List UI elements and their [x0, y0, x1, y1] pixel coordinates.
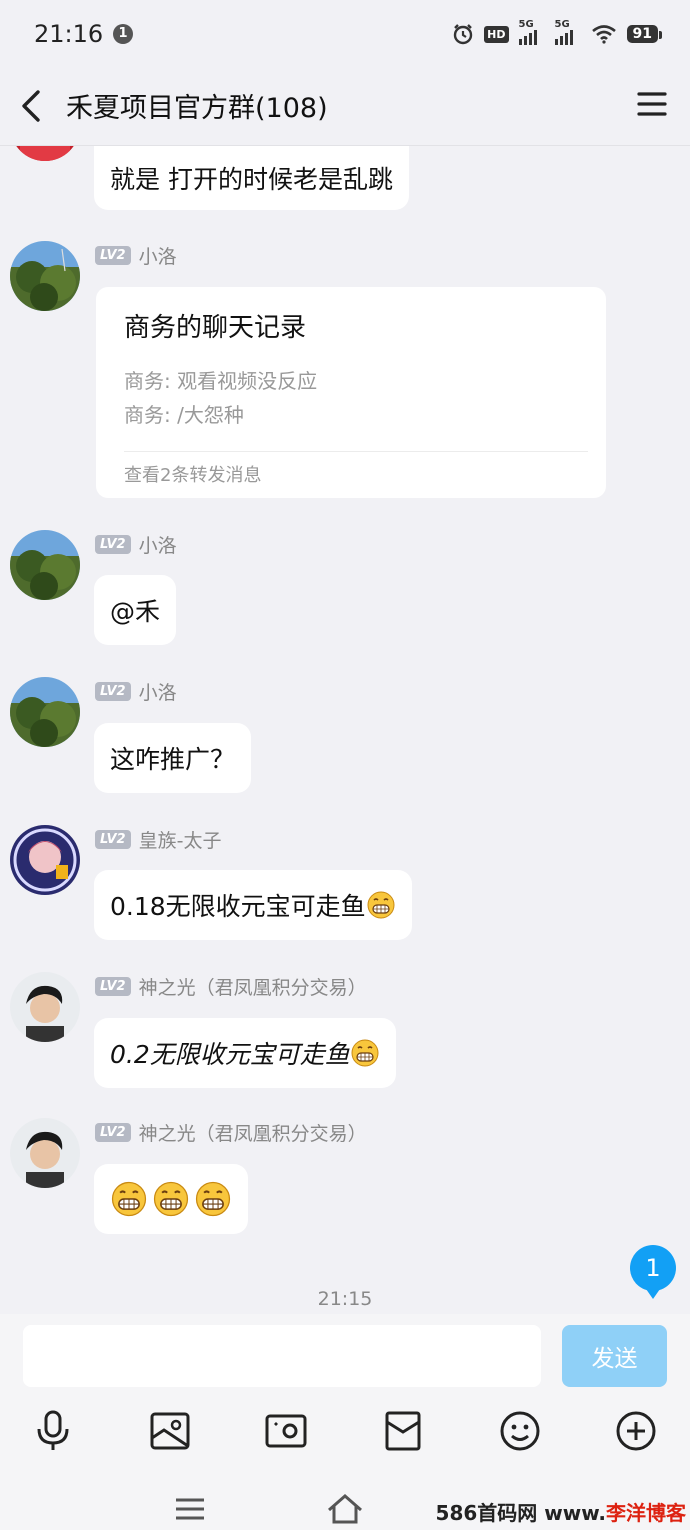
forwarded-chat-card[interactable]: 商务的聊天记录 商务: 观看视频没反应 商务: /大怨种 查看2条转发消息 — [96, 287, 606, 498]
message-text: @禾 — [110, 597, 161, 626]
more-button[interactable] — [613, 1408, 659, 1454]
avatar[interactable] — [10, 677, 80, 747]
home-nav-icon[interactable] — [325, 1492, 365, 1526]
alarm-icon — [453, 24, 473, 45]
status-time: 21:16 — [34, 20, 104, 48]
sender-name[interactable]: 小洛 — [139, 678, 177, 705]
message-bubble[interactable]: 这咋推广？ — [94, 723, 252, 793]
back-arrow-icon[interactable] — [14, 84, 50, 128]
message-bubble[interactable]: 就是 打开的时候老是乱跳 — [94, 146, 409, 210]
avatar[interactable] — [10, 530, 80, 600]
signal-5g-icon: 5G — [518, 19, 545, 45]
sender-row: LV2 神之光（君凤凰积分交易） — [95, 973, 367, 1000]
message-text: 0.18无限收元宝可走鱼 — [110, 892, 366, 921]
forward-title: 商务的聊天记录 — [124, 313, 307, 343]
notification-count-badge: 1 — [113, 24, 133, 44]
message-text: 就是 打开的时候老是乱跳 — [110, 165, 393, 194]
red-packet-icon — [385, 1411, 421, 1451]
emoji-icon — [500, 1411, 540, 1451]
avatar[interactable] — [10, 241, 80, 311]
sender-name[interactable]: 小洛 — [139, 531, 177, 558]
camera-icon — [265, 1414, 307, 1448]
grin-emoji-icon — [111, 1181, 147, 1217]
sender-row: LV2 小洛 — [95, 242, 177, 269]
avatar[interactable] — [10, 1118, 80, 1188]
chat-header: 禾夏项目官方群(108) — [0, 68, 690, 146]
sender-row: LV2 皇族-太子 — [95, 826, 222, 853]
message-input[interactable] — [23, 1325, 541, 1387]
avatar[interactable] — [10, 146, 80, 161]
message-text: 0.2无限收元宝可走鱼 — [110, 1040, 350, 1069]
message-text: 这咋推广？ — [110, 745, 236, 774]
sender-row: LV2 小洛 — [95, 678, 177, 705]
watermark-text: www. — [537, 1501, 606, 1525]
grin-emoji-icon — [195, 1181, 231, 1217]
send-button[interactable]: 发送 — [562, 1325, 667, 1387]
level-badge: LV2 — [95, 829, 131, 849]
avatar[interactable] — [10, 972, 80, 1042]
level-badge: LV2 — [95, 245, 131, 265]
plus-icon — [616, 1411, 656, 1451]
battery-icon: 91 — [626, 25, 663, 43]
level-badge: LV2 — [95, 681, 131, 701]
sender-name[interactable]: 小洛 — [139, 242, 177, 269]
message-bubble[interactable]: @禾 — [94, 575, 177, 645]
watermark-text: 李洋博客 — [606, 1501, 686, 1525]
photo-icon — [150, 1412, 190, 1450]
message-list[interactable]: 就是 打开的时候老是乱跳 LV2 小洛 商务的聊天记录 商务: 观看视频没反应 … — [0, 146, 690, 1314]
sender-row: LV2 小洛 — [95, 531, 177, 558]
system-nav-bar: 586首码网 www.李洋博客 — [0, 1484, 690, 1530]
forward-footer: 查看2条转发消息 — [124, 465, 262, 486]
sender-row: LV2 神之光（君凤凰积分交易） — [95, 1119, 367, 1146]
grin-emoji-icon — [367, 891, 395, 919]
watermark-text: 586首码网 — [435, 1501, 538, 1525]
emoji-message-bubble[interactable] — [94, 1164, 248, 1234]
message-bubble[interactable]: 0.2无限收元宝可走鱼 — [94, 1018, 396, 1088]
status-icons: HD 5G 5G 91 — [452, 19, 663, 48]
voice-button[interactable] — [30, 1408, 76, 1454]
level-badge: LV2 — [95, 976, 131, 996]
sender-name[interactable]: 神之光（君凤凰积分交易） — [139, 973, 367, 1000]
red-packet-button[interactable] — [380, 1408, 426, 1454]
level-badge: LV2 — [95, 534, 131, 554]
wifi-icon — [591, 25, 616, 44]
grin-emoji-icon — [351, 1039, 379, 1067]
unread-count-badge[interactable]: 1 — [630, 1245, 676, 1299]
emoji-button[interactable] — [497, 1408, 543, 1454]
signal-5g-icon-2: 5G — [554, 19, 581, 45]
watermark: 586首码网 www.李洋博客 — [436, 1497, 686, 1526]
microphone-icon — [37, 1410, 69, 1450]
hd-voice-icon: HD — [484, 25, 509, 43]
forward-line: 商务: /大怨种 — [124, 403, 244, 427]
photo-button[interactable] — [147, 1408, 193, 1454]
input-toolbar — [0, 1408, 690, 1460]
divider — [124, 451, 588, 452]
forward-line: 商务: 观看视频没反应 — [124, 369, 318, 393]
sender-name[interactable]: 皇族-太子 — [139, 826, 222, 853]
group-title: 禾夏项目官方群(108) — [66, 93, 328, 124]
menu-icon[interactable] — [636, 88, 668, 120]
camera-button[interactable] — [263, 1408, 309, 1454]
grin-emoji-icon — [153, 1181, 189, 1217]
avatar[interactable] — [10, 825, 80, 895]
input-area: 发送 586首码网 www.李洋博客 — [0, 1314, 690, 1530]
menu-nav-icon[interactable] — [170, 1492, 210, 1526]
time-divider: 21:15 — [317, 1288, 373, 1310]
status-bar: 21:16 1 HD 5G 5G 91 — [0, 0, 690, 68]
message-bubble[interactable]: 0.18无限收元宝可走鱼 — [94, 870, 412, 940]
level-badge: LV2 — [95, 1122, 131, 1142]
sender-name[interactable]: 神之光（君凤凰积分交易） — [139, 1119, 367, 1146]
